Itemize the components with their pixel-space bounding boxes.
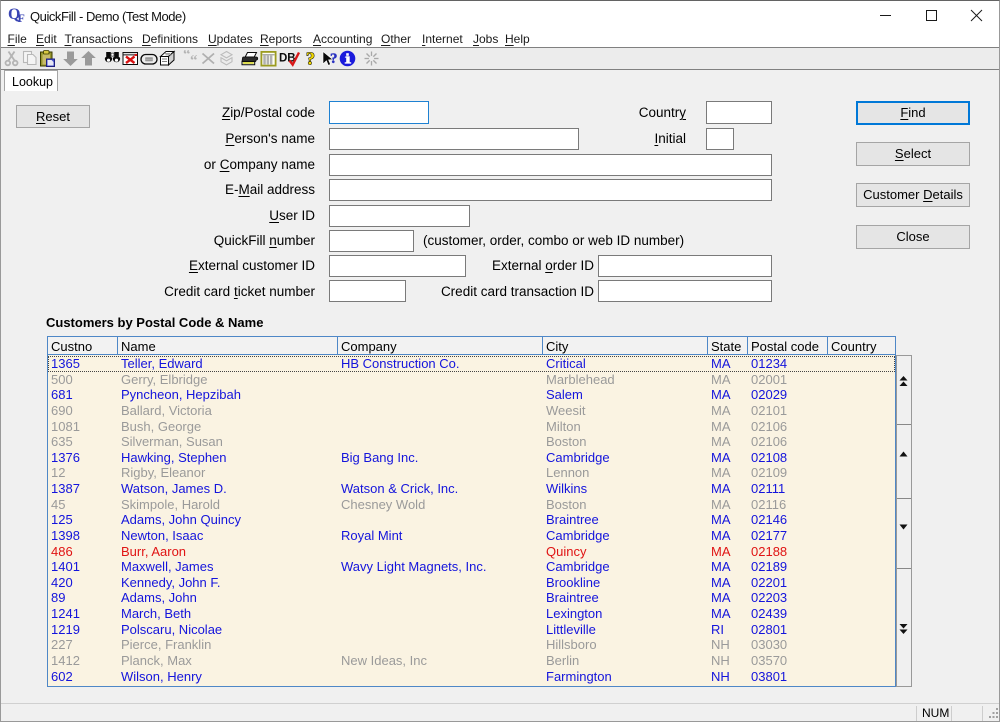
svg-text:?: ?: [330, 51, 338, 67]
svg-text:“: “: [190, 53, 198, 67]
svg-text:?: ?: [306, 50, 315, 67]
